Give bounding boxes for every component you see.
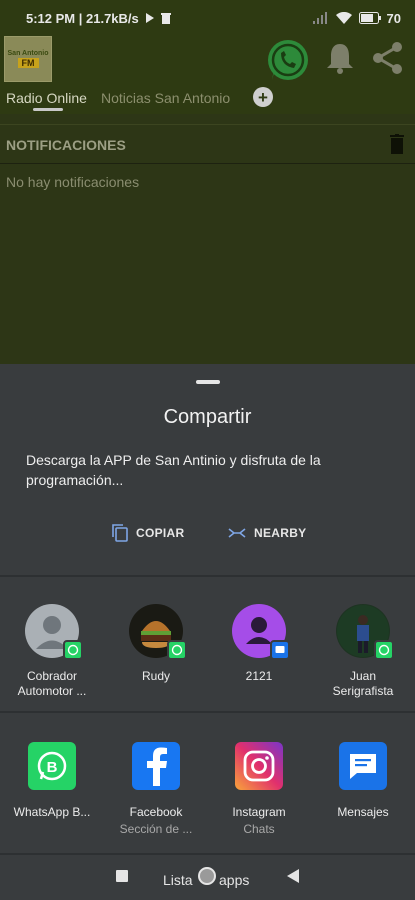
whatsapp-icon[interactable] [264,38,312,86]
app-label: Mensajes [337,805,389,819]
sheet-drag-handle[interactable] [196,380,220,384]
app-header: San Antonio FM [0,36,415,84]
nearby-label: NEARBY [254,526,307,540]
bell-icon[interactable] [322,40,358,76]
messages-badge-icon [270,640,290,660]
share-app-whatsapp-business[interactable]: B WhatsApp B... [6,742,98,819]
contact-item[interactable]: Cobrador Automotor ... [7,604,97,699]
share-sheet: Compartir Descarga la APP de San Antinio… [0,364,415,853]
copy-label: COPIAR [136,526,185,540]
status-bar: 5:12 PM | 21.7kB/s 70 [0,0,415,36]
facebook-icon [132,742,180,790]
copy-button[interactable]: COPIAR [112,516,184,550]
contact-item[interactable]: 2121 [214,604,304,684]
trash-notification-icon [160,12,171,24]
nearby-icon [228,528,246,538]
empty-notifications-message: No hay notificaciones [6,174,140,190]
contact-item[interactable]: Juan Serigrafista [318,604,408,699]
back-button[interactable] [287,869,300,883]
share-icon[interactable] [370,40,406,76]
tab-bar: Radio Online Noticias San Antonio + [0,84,415,114]
instagram-icon [235,742,283,790]
divider [0,575,415,577]
whatsapp-business-icon: B [28,742,76,790]
share-app-messages[interactable]: Mensajes [317,742,409,819]
contact-avatar [129,604,187,660]
app-sublabel: Sección de ... [119,822,193,836]
share-text-preview: Descarga la APP de San Antinio y disfrut… [26,452,321,488]
contact-avatar [336,604,394,660]
nearby-button[interactable]: NEARBY [228,516,306,550]
plus-icon: + [258,87,268,107]
whatsapp-badge-icon [374,640,394,660]
tab-radio-online[interactable]: Radio Online [6,90,87,106]
app-label: Instagram [232,805,286,819]
contact-avatar [25,604,83,660]
app-logo[interactable]: San Antonio FM [4,36,52,82]
notifications-header: NOTIFICACIONES [0,124,415,164]
nav-label-right: apps [219,872,250,888]
app-sublabel: Chats [243,822,275,836]
tab-noticias[interactable]: Noticias San Antonio [101,90,230,106]
active-tab-indicator [33,108,63,111]
svg-text:B: B [47,759,58,776]
contact-name: Cobrador Automotor ... [17,669,87,698]
whatsapp-badge-icon [63,640,83,660]
add-tab-button[interactable]: + [253,87,273,107]
contact-name: Juan Serigrafista [332,669,394,698]
play-icon [145,13,154,23]
contact-name: Rudy [141,669,170,683]
status-time-speed: 5:12 PM | 21.7kB/s [26,10,139,26]
messages-icon [339,742,387,790]
contact-name: 2121 [245,669,273,683]
logo-line1: San Antonio [7,50,49,57]
navigation-bar: Lista apps [0,853,415,900]
notifications-title: NOTIFICACIONES [6,137,126,153]
logo-line2: FM [17,58,39,68]
app-label: Facebook [129,805,183,819]
battery-level: 70 [386,10,401,26]
battery-icon [358,12,381,24]
contact-avatar [232,604,290,660]
share-app-instagram[interactable]: Instagram Chats [213,742,305,836]
nav-label-left: Lista [163,872,193,888]
app-label: WhatsApp B... [13,805,91,819]
divider [0,711,415,713]
delete-notifications-icon[interactable] [390,134,404,154]
signal-icon [312,12,327,24]
share-app-facebook[interactable]: Facebook Sección de ... [110,742,202,836]
recents-button[interactable] [116,870,128,882]
notifications-panel: NOTIFICACIONES No hay notificaciones [0,114,415,364]
whatsapp-badge-icon [167,640,187,660]
share-sheet-title: Compartir [163,406,252,428]
contact-item[interactable]: Rudy [111,604,201,684]
wifi-icon [335,11,352,24]
home-button[interactable] [198,867,216,885]
copy-icon [112,524,128,542]
